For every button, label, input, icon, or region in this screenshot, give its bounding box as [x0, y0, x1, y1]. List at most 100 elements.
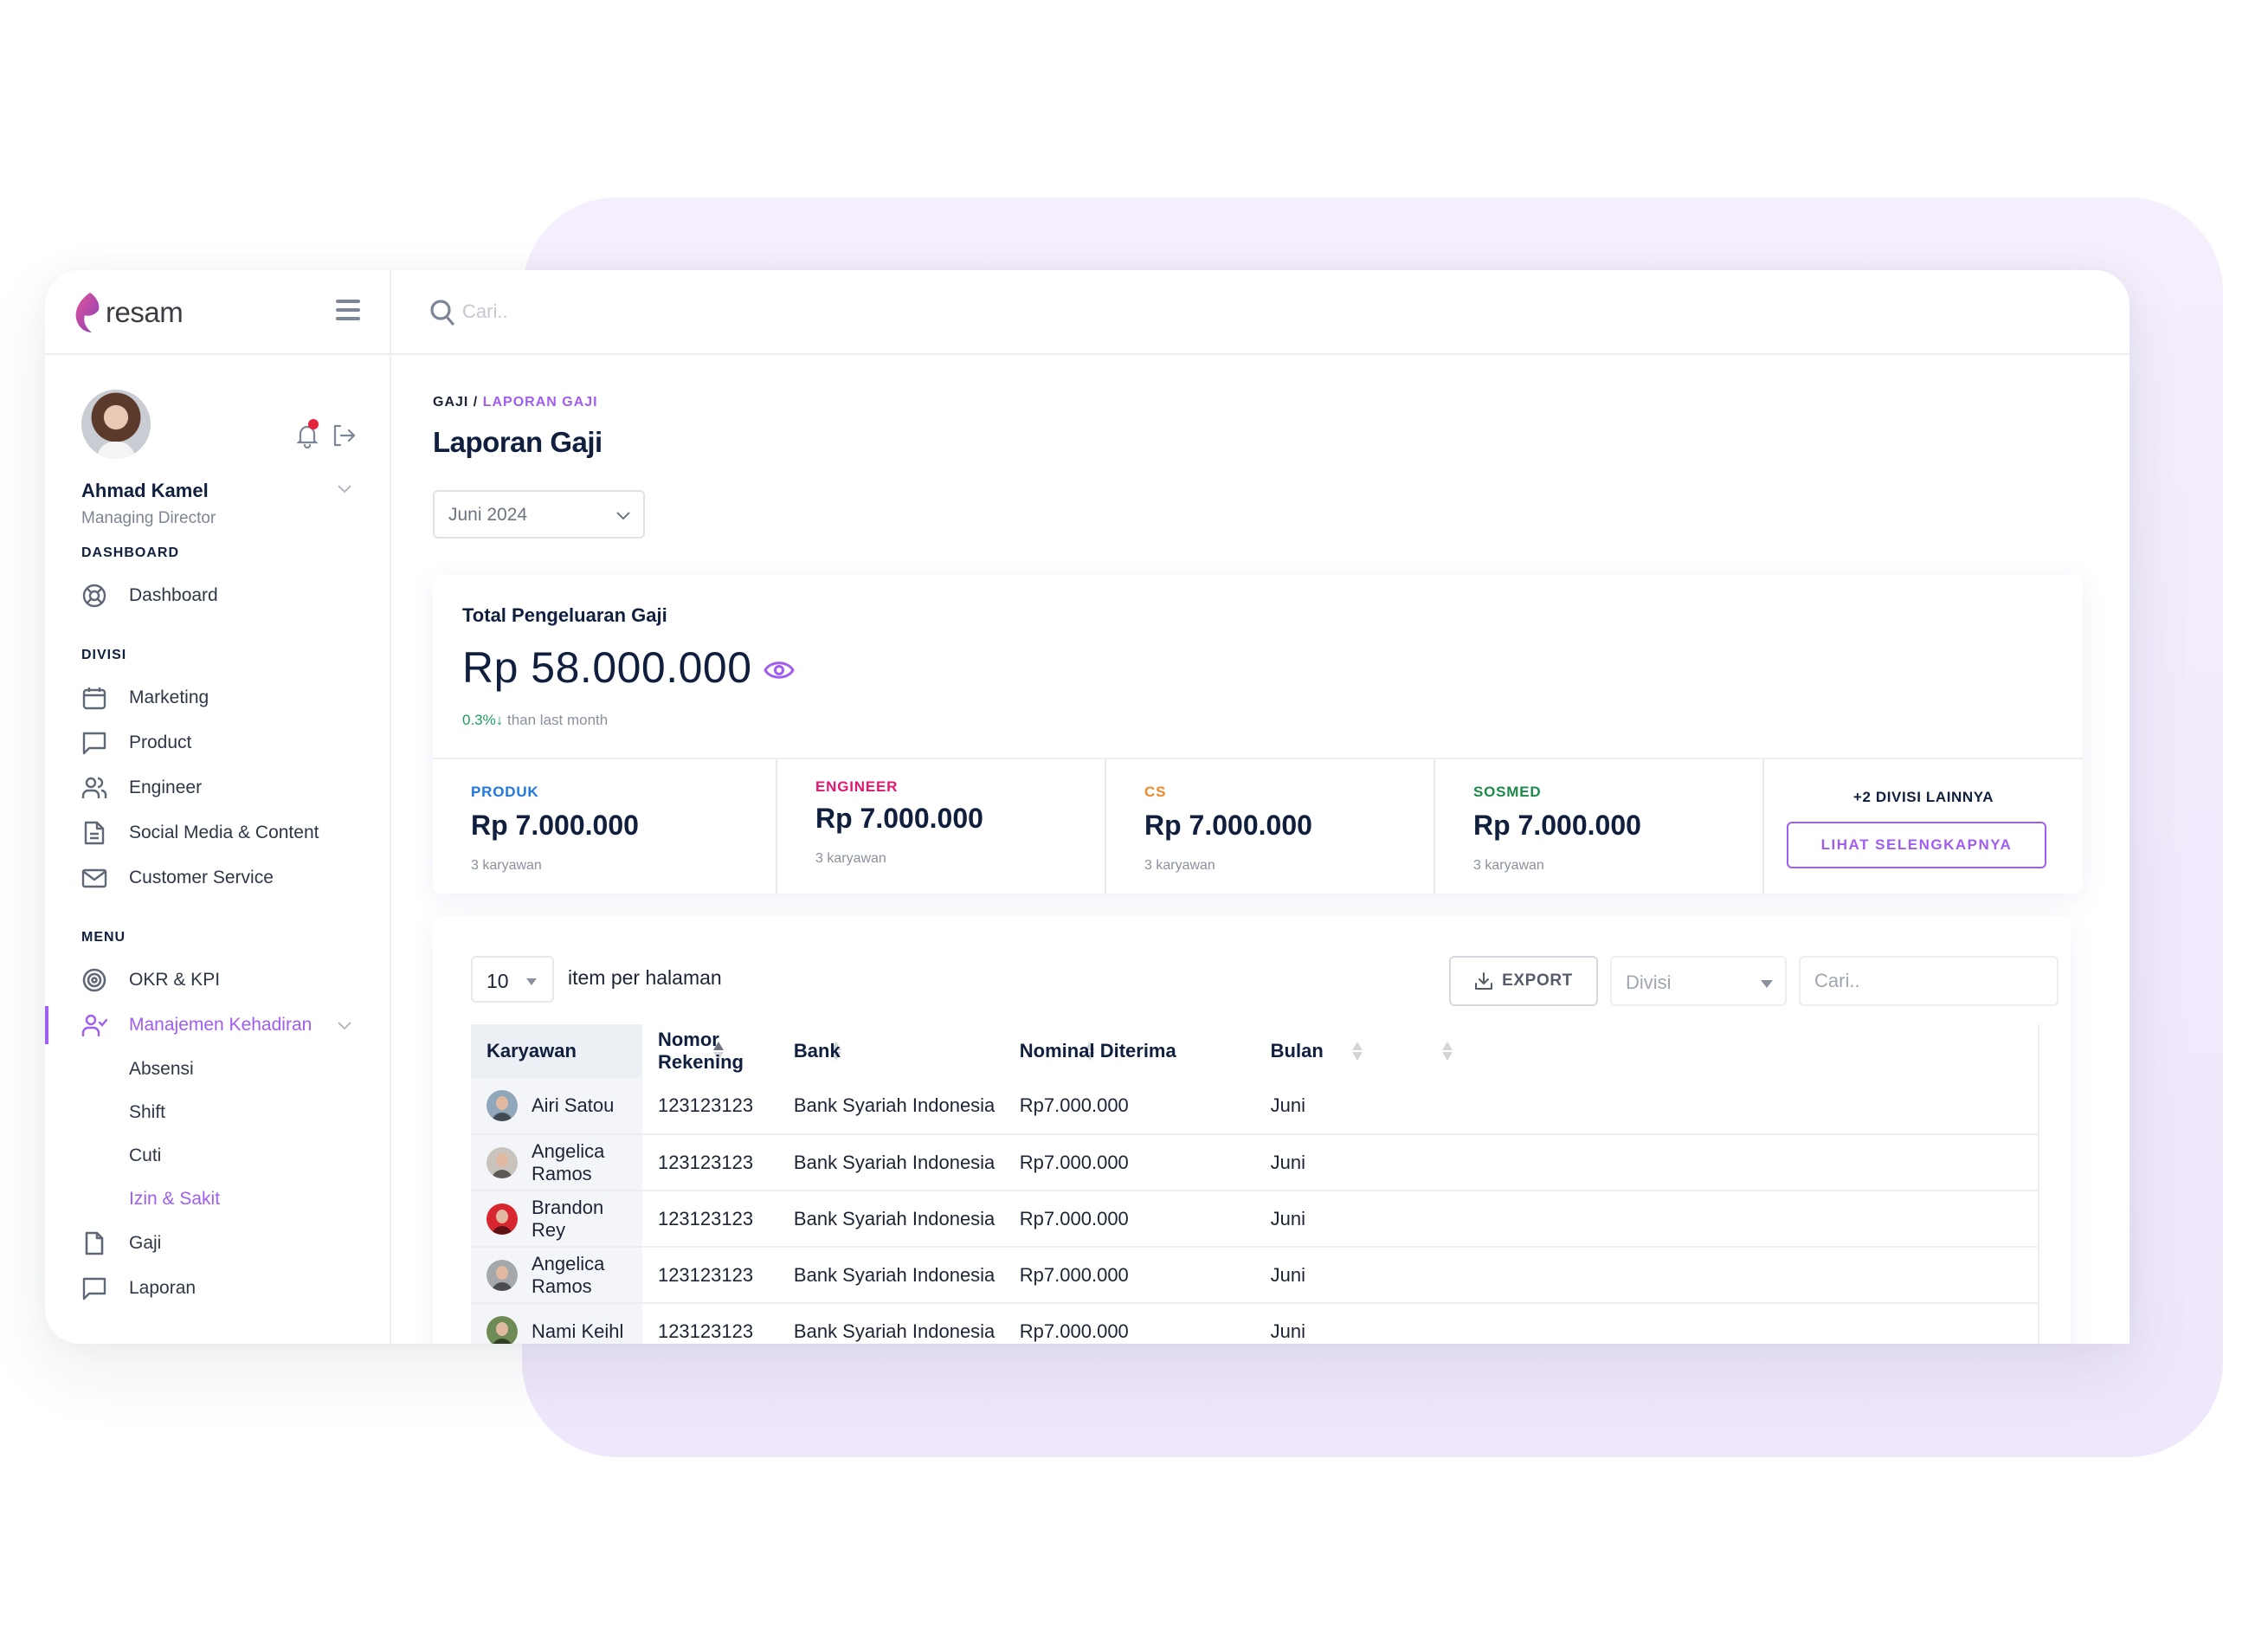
division-label: SOSMED — [1473, 784, 1542, 800]
export-label: EXPORT — [1502, 971, 1573, 990]
main-content: GAJI / LAPORAN GAJI Laporan Gaji Juni 20… — [391, 270, 2129, 1344]
sidebar-subitem-izin-sakit[interactable]: Izin & Sakit — [45, 1178, 390, 1221]
division-card-cs[interactable]: CS Rp 7.000.000 3 karyawan — [1106, 759, 1435, 894]
calendar-icon — [82, 687, 106, 710]
logout-icon[interactable] — [332, 424, 357, 447]
employee-name: Angelica Ramos — [532, 1252, 605, 1297]
sidebar-item-label: Dashboard — [129, 585, 218, 605]
breadcrumb-separator: / — [473, 395, 479, 410]
division-card-sosmed[interactable]: SOSMED Rp 7.000.000 3 karyawan — [1435, 759, 1764, 894]
division-count: 3 karyawan — [1144, 858, 1215, 873]
sidebar-item-social-media[interactable]: Social Media & Content — [45, 810, 390, 855]
salary-table: Karyawan Nomor Rekening Bank Nominal Dit… — [471, 1024, 2040, 1344]
chevron-down-icon — [616, 512, 630, 520]
sidebar-item-engineer[interactable]: Engineer — [45, 765, 390, 810]
summary-title: Total Pengeluaran Gaji — [462, 604, 667, 626]
download-icon — [1475, 972, 1493, 990]
users-icon — [81, 777, 107, 798]
table-row[interactable]: Nami Keihl 123123123 Bank Syariah Indonesi… — [471, 1303, 2040, 1344]
sidebar-subitem-absensi[interactable]: Absensi — [45, 1048, 390, 1091]
per-page-label: item per halaman — [568, 966, 722, 989]
table-header-row: Karyawan Nomor Rekening Bank Nominal Dit… — [471, 1024, 2040, 1078]
cell-nomor-rekening: 123123123 — [641, 1191, 778, 1248]
sidebar-item-marketing[interactable]: Marketing — [45, 675, 390, 720]
cell-nominal: Rp7.000.000 — [1003, 1191, 1255, 1248]
column-header-bank[interactable]: Bank — [778, 1024, 1095, 1078]
export-button[interactable]: EXPORT — [1449, 956, 1598, 1006]
cell-bulan: Juni — [1254, 1247, 2040, 1304]
sidebar-item-label: OKR & KPI — [129, 970, 221, 990]
cell-karyawan: Angelica Ramos — [471, 1247, 642, 1304]
delta-label: than last month — [506, 712, 609, 728]
sidebar-item-label: Customer Service — [129, 868, 274, 887]
employee-avatar — [486, 1090, 518, 1121]
cell-bulan: Juni — [1254, 1134, 2040, 1191]
sidebar-item-customer-service[interactable]: Customer Service — [45, 855, 390, 900]
employee-name: Nami Keihl — [532, 1320, 624, 1342]
table-row[interactable]: Airi Satou 123123123 Bank Syariah Indonesi… — [471, 1078, 2040, 1135]
eye-icon[interactable] — [764, 658, 795, 682]
employee-name: Brandon Rey — [532, 1196, 604, 1241]
sidebar-item-manajemen-kehadiran[interactable]: Manajemen Kehadiran — [45, 1003, 390, 1048]
breadcrumb-root[interactable]: GAJI — [433, 395, 468, 410]
target-icon — [82, 968, 106, 992]
sidebar-item-okr-kpi[interactable]: OKR & KPI — [45, 958, 390, 1003]
sidebar-item-label: Social Media & Content — [129, 823, 319, 842]
column-header-bulan[interactable]: Bulan — [1254, 1024, 2040, 1078]
see-more-button[interactable]: LIHAT SELENGKAPNYA — [1787, 822, 2046, 868]
employee-avatar — [486, 1259, 518, 1291]
nav-group-dashboard: DASHBOARD Dashboard — [45, 545, 390, 618]
user-name: Ahmad Kamel — [81, 480, 209, 501]
table-search-input[interactable] — [1799, 956, 2059, 1006]
sidebar-item-dashboard[interactable]: Dashboard — [45, 573, 390, 618]
sort-icon — [1441, 1042, 1453, 1061]
cell-bulan: Juni — [1254, 1191, 2040, 1248]
brand-name: resam — [106, 296, 184, 328]
cell-bank: Bank Syariah Indonesia — [777, 1078, 1004, 1135]
per-page-select[interactable]: 10 — [471, 956, 554, 1003]
division-card-produk[interactable]: PRODUK Rp 7.000.000 3 karyawan — [433, 759, 777, 894]
search-icon — [430, 300, 454, 326]
division-filter-select[interactable]: Divisi — [1610, 956, 1787, 1006]
division-value: Rp 7.000.000 — [1144, 810, 1312, 841]
division-filter-placeholder: Divisi — [1626, 971, 1672, 993]
division-value: Rp 7.000.000 — [815, 803, 983, 834]
cell-bulan: Juni — [1254, 1303, 2040, 1344]
division-count: 3 karyawan — [1473, 858, 1544, 873]
sidebar-item-gaji[interactable]: Gaji — [45, 1221, 390, 1266]
sidebar-subitem-cuti[interactable]: Cuti — [45, 1134, 390, 1178]
sidebar-item-product[interactable]: Product — [45, 720, 390, 765]
user-avatar[interactable] — [81, 390, 151, 459]
month-select[interactable]: Juni 2024 — [433, 490, 645, 539]
chevron-down-icon[interactable] — [336, 483, 353, 495]
cell-bank: Bank Syariah Indonesia — [793, 1320, 995, 1342]
division-card-engineer[interactable]: ENGINEER Rp 7.000.000 3 karyawan — [777, 759, 1106, 894]
sidebar-item-label: Engineer — [129, 778, 203, 797]
salary-table-card: 10 item per halaman EXPORT Divisi Cari..… — [433, 916, 2071, 1344]
sidebar-subitem-shift[interactable]: Shift — [45, 1091, 390, 1134]
table-row[interactable]: Angelica Ramos 123123123 Bank Syariah Indo… — [471, 1134, 2040, 1191]
brand-logo[interactable]: resam — [73, 291, 184, 334]
sidebar-item-label: Manajemen Kehadiran — [129, 1015, 312, 1035]
column-header-nominal[interactable]: Nominal Diterima — [1004, 1024, 1363, 1078]
month-select-value: Juni 2024 — [448, 505, 528, 525]
salary-summary-card: Total Pengeluaran Gaji Rp 58.000.000 0.3… — [433, 575, 2083, 894]
sidebar-header: resam — [45, 270, 390, 355]
caret-down-icon — [526, 978, 537, 985]
table-row[interactable]: Brandon Rey 123123123 Bank Syariah Indones… — [471, 1191, 2040, 1248]
employee-name: Angelica Ramos — [532, 1139, 605, 1184]
nav-group-menu: MENU OKR & KPI Manajemen Kehadiran Absen… — [45, 930, 390, 1311]
user-profile: Ahmad Kamel Managing Director — [45, 355, 390, 545]
cell-nomor-rekening: 123123123 — [641, 1247, 778, 1304]
summary-total-amount: Rp 58.000.000 — [462, 643, 752, 692]
global-search-input[interactable] — [462, 294, 982, 329]
menu-toggle-icon[interactable] — [336, 300, 360, 322]
table-row[interactable]: Angelica Ramos 123123123 Bank Syariah Indo… — [471, 1247, 2040, 1304]
nav-group-divisi: DIVISI Marketing Product Engineer Social… — [45, 648, 390, 900]
column-header-karyawan[interactable]: Karyawan — [471, 1024, 724, 1078]
sidebar-item-laporan[interactable]: Laporan — [45, 1266, 390, 1311]
cell-nomor-rekening: 123123123 — [641, 1078, 778, 1135]
sidebar-item-label: Gaji — [129, 1233, 162, 1253]
division-label: ENGINEER — [815, 778, 899, 795]
column-header-nomor-rekening[interactable]: Nomor Rekening — [642, 1024, 841, 1078]
